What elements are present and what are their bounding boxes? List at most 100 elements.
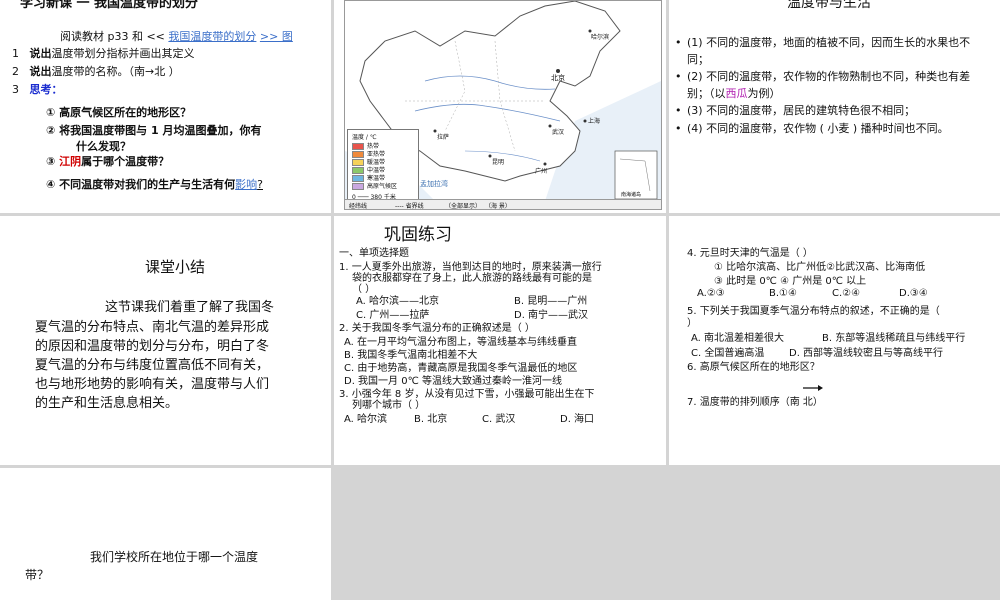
bullet-dot: • bbox=[675, 36, 682, 49]
summary-line-2: 夏气温的分布特点、南北气温的差异形成 bbox=[35, 320, 270, 335]
empty-area bbox=[334, 468, 1000, 600]
q1-stem-b: 袋的衣服都穿在了身上，此人旅游的路线最有可能的是 bbox=[352, 273, 592, 284]
q3-option-d[interactable]: D. 海口 bbox=[560, 410, 594, 425]
slide-title: 课堂小结 bbox=[145, 258, 206, 276]
q7-stem: 7. 温度带的排列顺序（南 北） bbox=[687, 397, 823, 408]
label-wuhan: 武汉 bbox=[552, 129, 565, 136]
q5-option-b[interactable]: B. 东部等温线稀疏且与纬线平行 bbox=[822, 329, 965, 344]
think-question-2b: 什么发现？ bbox=[76, 140, 131, 153]
grid-toggle[interactable]: 经纬线 bbox=[349, 201, 367, 210]
q4-statements-2: ③ 此时是 0℃ ④ 广州是 0℃ 以上 bbox=[714, 276, 867, 287]
q4-stem: 4. 元旦时天津的气温是（ ） bbox=[687, 248, 813, 259]
q6-stem: 6. 高原气候区所在的地形区？ bbox=[687, 362, 820, 373]
bullet-text-suffix: 为例） bbox=[747, 87, 781, 100]
slide-title: 巩固练习 bbox=[384, 225, 452, 245]
q5-option-c[interactable]: C. 全国普遍高温 bbox=[691, 344, 764, 359]
slide-temperature-zone-map: 北京 哈尔滨 上海 广州 拉萨 武汉 昆明 孟加拉湾 南海诸岛 温度 / ℃ 热… bbox=[334, 0, 666, 213]
bullet-text: (1) 不同的温度带，地面的植被不同，因而生长的水果也不同； bbox=[687, 36, 971, 66]
china-temperature-zone-map: 北京 哈尔滨 上海 广州 拉萨 武汉 昆明 孟加拉湾 南海诸岛 温度 / ℃ 热… bbox=[344, 0, 662, 210]
label-inset: 南海诸岛 bbox=[621, 192, 642, 198]
show-all-toggle[interactable]: （全部显示） bbox=[445, 201, 481, 210]
q3-suffix: 属于哪个温度带？ bbox=[81, 155, 170, 168]
q4-option-d[interactable]: D.③④ bbox=[899, 288, 928, 299]
legend-swatch bbox=[352, 183, 364, 190]
bullet-dot: • bbox=[675, 70, 682, 83]
label-beijing: 北京 bbox=[551, 74, 565, 82]
label-kunming: 昆明 bbox=[492, 159, 505, 166]
slide-temperature-life: 温度带与生活 • (1) 不同的温度带，地面的植被不同，因而生长的水果也不同； •… bbox=[669, 0, 1000, 213]
legend-label: 高原气候区 bbox=[367, 183, 398, 190]
slide-question: 我们学校所在地位于哪一个温度 带？ bbox=[0, 468, 331, 600]
bullet-text: (4) 不同的温度带，农作物 ( 小麦 ) 播种时间也不同。 bbox=[687, 122, 949, 135]
q1-option-b[interactable]: B. 昆明——广州 bbox=[514, 292, 587, 307]
slide-title: 温度带与生活 bbox=[787, 0, 871, 11]
question-line-1: 我们学校所在地位于哪一个温度 bbox=[90, 550, 259, 564]
slide-practice: 巩固练习 一、单项选择题 1. 一人夏季外出旅游，当他到达目的地时，原来装满一旅… bbox=[334, 216, 666, 465]
think-label: 思考： bbox=[29, 83, 63, 96]
label-bay-of-bengal: 孟加拉湾 bbox=[420, 180, 448, 188]
boundary-toggle[interactable]: ---- 省界线 bbox=[395, 201, 424, 210]
q5-stem-a: 5. 下列关于我国夏季气温分布特点的叙述，不正确的是（ bbox=[687, 306, 940, 317]
think-question-1: ① 高原气候区所在的地形区？ bbox=[46, 106, 192, 119]
q3-option-b[interactable]: B. 北京 bbox=[414, 410, 447, 425]
bullet-4: • (4) 不同的温度带，农作物 ( 小麦 ) 播种时间也不同。 bbox=[675, 120, 992, 137]
summary-line-5: 也与地形地势的影响有关，温度带与人们 bbox=[35, 377, 270, 392]
item-3: 3 思考： bbox=[12, 81, 63, 97]
bullet-3: • (3) 不同的温度带，居民的建筑特色很不相同； bbox=[675, 102, 992, 119]
item-2: 2 说出温度带的名称。（南→北 ） bbox=[12, 63, 180, 79]
legend-item: 高原气候区 bbox=[352, 181, 398, 190]
q5-option-a[interactable]: A. 南北温差相差很大 bbox=[691, 329, 784, 344]
shanghai-dot bbox=[583, 119, 587, 123]
q3-stem-b: 列哪个城市（ ） bbox=[352, 400, 426, 411]
bullet-1: • (1) 不同的温度带，地面的植被不同，因而生长的水果也不同； bbox=[675, 34, 992, 68]
q4-option-b[interactable]: B.①④ bbox=[769, 288, 797, 299]
question-line-2: 带？ bbox=[25, 568, 50, 582]
view-toggle[interactable]: （海 景） bbox=[485, 201, 511, 210]
read-suffix[interactable]: >> 图 bbox=[260, 30, 293, 43]
q4-prefix: ④ 不同温度带对我们的生产与生活有何 bbox=[46, 178, 236, 191]
legend-title: 温度 / ℃ bbox=[352, 134, 377, 141]
summary-line-3: 的原因和温度带的划分与分布，明白了冬 bbox=[35, 339, 270, 354]
impact-link[interactable]: 影响 bbox=[235, 178, 257, 191]
read-prefix: 阅读教材 p33 和 << bbox=[60, 30, 165, 43]
q4-suffix: ? bbox=[257, 178, 263, 191]
q5-stem-b: ） bbox=[687, 318, 697, 329]
legend-item: 中温带 bbox=[352, 165, 385, 174]
label-harbin: 哈尔滨 bbox=[591, 34, 610, 41]
map-legend: 温度 / ℃ 热带 亚热带 暖温带 中温带 寒温带 高原气候区 0 ─── 380 千米 bbox=[347, 129, 419, 203]
legend-item: 暖温带 bbox=[352, 157, 385, 166]
q5-option-d[interactable]: D. 西部等温线较密且与等高线平行 bbox=[789, 344, 943, 359]
q3-prefix: ③ bbox=[46, 155, 60, 168]
q4-statements-1: ① 比哈尔滨高、比广州低②比武汉高、比海南低 bbox=[714, 262, 926, 273]
jiangyin-highlight: 江阴 bbox=[59, 155, 82, 168]
think-question-2a: ② 将我国温度带图与 1 月均温图叠加，你有 bbox=[46, 124, 262, 137]
item-1: 1 说出温度带划分指标并画出其定义 bbox=[12, 45, 195, 61]
summary-line-4: 夏气温的分布与纬度位置高低不同有关， bbox=[35, 358, 270, 373]
label-lhasa: 拉萨 bbox=[437, 134, 450, 141]
label-shanghai: 上海 bbox=[588, 118, 601, 125]
q3-option-a[interactable]: A. 哈尔滨 bbox=[344, 410, 387, 425]
q3-option-c[interactable]: C. 武汉 bbox=[482, 410, 515, 425]
item-text: 温度带的名称。（南→北 ） bbox=[51, 65, 180, 78]
map-toolbar: 经纬线 ---- 省界线 （全部显示） （海 景） bbox=[345, 199, 661, 210]
watermelon-highlight: 西瓜 bbox=[725, 87, 748, 100]
think-question-3: ③ 江阴属于哪个温度带？ bbox=[46, 153, 169, 169]
item-verb: 说出 bbox=[29, 47, 52, 60]
reading-instruction: 阅读教材 p33 和 << 我国温度带的划分 >> 图 bbox=[60, 28, 293, 44]
item-number: 2 bbox=[12, 65, 19, 78]
textbook-link[interactable]: 我国温度带的划分 bbox=[168, 30, 256, 43]
slide-new-lesson: 学习新课 一 我国温度带的划分 阅读教材 p33 和 << 我国温度带的划分 >… bbox=[0, 0, 331, 213]
q4-option-c[interactable]: C.②④ bbox=[832, 288, 860, 299]
summary-line-6: 的生产和生活息息相关。 bbox=[35, 396, 179, 411]
legend-item: 寒温带 bbox=[352, 173, 385, 182]
label-guangzhou: 广州 bbox=[535, 168, 548, 175]
q1-option-a[interactable]: A. 哈尔滨——北京 bbox=[356, 292, 439, 307]
section-heading: 一、单项选择题 bbox=[339, 248, 409, 259]
q4-option-a[interactable]: A.②③ bbox=[697, 288, 725, 299]
legend-item: 亚热带 bbox=[352, 149, 385, 158]
item-number: 3 bbox=[12, 83, 19, 96]
bullet-text: (3) 不同的温度带，居民的建筑特色很不相同； bbox=[687, 104, 916, 117]
item-verb: 说出 bbox=[29, 65, 52, 78]
legend-item: 热带 bbox=[352, 141, 379, 150]
bullet-2: • (2) 不同的温度带，农作物的作物熟制也不同，种类也有差别；（以西瓜为例） bbox=[675, 68, 992, 102]
